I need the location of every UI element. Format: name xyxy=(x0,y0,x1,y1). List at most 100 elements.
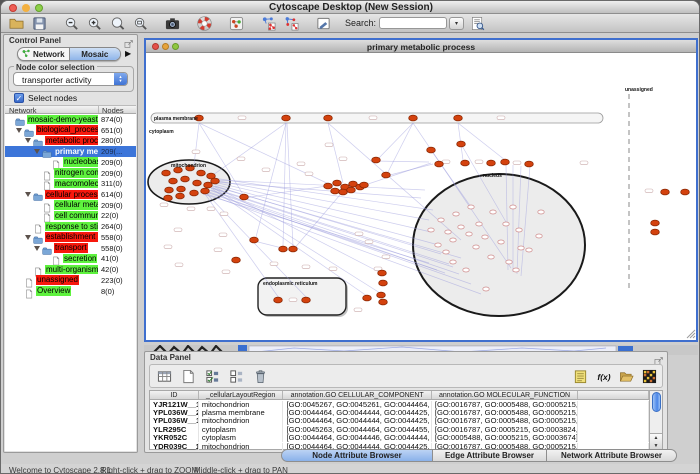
tree-item[interactable]: secretion41(0) xyxy=(5,253,136,264)
tree-item[interactable]: response to stimul264(0) xyxy=(5,221,136,232)
network-frame-titlebar[interactable]: primary metabolic process xyxy=(146,40,696,53)
disclosure-triangle-icon[interactable] xyxy=(25,235,31,240)
network-canvas[interactable]: plasma membranecytoplasmmitochondrionnuc… xyxy=(146,53,696,340)
disclosure-triangle-icon[interactable] xyxy=(34,246,40,251)
tree-item[interactable]: biological_process651(0) xyxy=(5,125,136,136)
select-nodes-row: ✓ Select nodes xyxy=(14,92,77,103)
table-cell: YPL036W__2 xyxy=(150,409,199,417)
vizmapper-icon[interactable] xyxy=(227,14,246,32)
svg-text:cytoplasm: cytoplasm xyxy=(149,129,174,135)
table-cell: mitochondrion xyxy=(199,443,284,451)
heatmap-icon[interactable] xyxy=(639,367,659,386)
open-folder-icon[interactable] xyxy=(616,367,636,386)
table-row[interactable]: YLR295Ccytoplasm[GO:0045263, GO:0044464,… xyxy=(150,426,649,434)
table-row[interactable]: YJR121W__1mitochondrion[GO:0045267, GO:0… xyxy=(150,401,649,409)
tab-edge-attribute-browser[interactable]: Edge Attribute Browser xyxy=(433,449,547,462)
tree-item[interactable]: mosaic-demo-yeast874(0) xyxy=(5,114,136,125)
float-panel-icon[interactable] xyxy=(654,353,664,363)
float-panel-icon[interactable] xyxy=(124,36,134,46)
help-ring-icon[interactable] xyxy=(195,14,214,32)
table-row[interactable]: YPL036W__1mitochondrion[GO:0044464, GO:0… xyxy=(150,417,649,425)
zoom-region-icon[interactable] xyxy=(131,14,150,32)
column-header[interactable] xyxy=(578,391,649,399)
tree-item[interactable]: transport558(0) xyxy=(5,243,136,254)
table-cell: cytoplasm xyxy=(199,434,284,442)
table-row[interactable]: YPL036W__2plasma membrane[GO:0044464, GO… xyxy=(150,409,649,417)
svg-text:endoplasmic reticulum: endoplasmic reticulum xyxy=(263,281,318,287)
tree-item[interactable]: cellular process614(0) xyxy=(5,189,136,200)
table-row[interactable]: YKR052Ccytoplasm[GO:0044464, GO:0044446,… xyxy=(150,434,649,442)
svg-text:f(x): f(x) xyxy=(597,372,610,382)
select-nodes-checkbox[interactable]: ✓ xyxy=(14,93,24,103)
disclosure-triangle-icon[interactable] xyxy=(16,128,22,133)
new-doc-icon[interactable] xyxy=(178,367,198,386)
tree-item-label: mosaic-demo-yeast xyxy=(27,115,98,125)
tree-item-count: 22(0) xyxy=(101,211,119,220)
tab-network[interactable]: Network xyxy=(18,48,70,60)
tab-mosaic[interactable]: Mosaic xyxy=(70,48,121,60)
disclosure-triangle-icon[interactable] xyxy=(25,138,31,143)
node-color-dropdown[interactable]: transporter activity ▲▼ xyxy=(13,72,128,86)
open-icon[interactable] xyxy=(7,14,26,32)
search-config-icon[interactable] xyxy=(468,14,487,32)
tab-overflow-arrow-icon[interactable]: ▶ xyxy=(125,49,131,58)
tree-item[interactable]: Overview 8(0) xyxy=(5,286,136,297)
status-welcome: Welcome to Cytoscape 2.8.1 xyxy=(9,466,111,474)
column-header[interactable]: annotation.GO CELLULAR_COMPONENT xyxy=(283,391,431,399)
tree-item-count: 209(0) xyxy=(101,158,123,167)
zoom-fit-icon[interactable] xyxy=(108,14,127,32)
tree-item[interactable]: cell communicat22(0) xyxy=(5,210,136,221)
tree-item-label: cellular process xyxy=(45,190,98,200)
select-attr-icon[interactable] xyxy=(202,367,222,386)
tree-item-count: 311(0) xyxy=(101,179,122,188)
zoom-out-icon[interactable] xyxy=(62,14,81,32)
network-frame-title: primary metabolic process xyxy=(146,42,696,52)
tree-item[interactable]: unassigned223(0) xyxy=(5,275,136,286)
column-header[interactable]: annotation.GO MOLECULAR_FUNCTION xyxy=(432,391,578,399)
table-scrollbar[interactable]: ▲▼ xyxy=(649,391,662,449)
disclosure-triangle-icon[interactable] xyxy=(25,192,31,197)
status-zoom-hint: Right-click + drag to ZOOM xyxy=(101,466,198,474)
tree-header: Network Nodes xyxy=(5,105,136,114)
trash-icon[interactable] xyxy=(250,367,270,386)
scrollbar-thumb[interactable] xyxy=(652,392,661,412)
attribute-table: ▲▼ ID_cellularLayoutRegionannotation.GO … xyxy=(149,390,663,450)
main-toolbar: Search: ▾ xyxy=(1,14,700,33)
network-nested-icon[interactable] xyxy=(259,14,278,32)
dropdown-value: transporter activity xyxy=(22,75,91,85)
table-cell: [GO:0045267, GO:0045261, GO:0044464, G..… xyxy=(283,401,431,409)
tree-item[interactable]: metabolic process280(0) xyxy=(5,135,136,146)
mdi-desktop: Control Panel Network Mosaic ▶ Node colo… xyxy=(1,33,700,464)
network-new-icon[interactable] xyxy=(282,14,301,32)
disclosure-triangle-icon[interactable] xyxy=(34,149,40,154)
tree-item[interactable]: nucleobase-209(0) xyxy=(5,157,136,168)
tree-item-count: 8(0) xyxy=(101,287,114,296)
camera-icon[interactable] xyxy=(163,14,182,32)
zoom-in-icon[interactable] xyxy=(85,14,104,32)
annotation-icon[interactable] xyxy=(314,14,333,32)
tree-item[interactable]: establishment of lo558(0) xyxy=(5,232,136,243)
notepad-icon[interactable] xyxy=(570,367,590,386)
search-dropdown-arrow[interactable]: ▾ xyxy=(449,17,464,30)
column-header[interactable]: _cellularLayoutRegion xyxy=(199,391,284,399)
table-icon[interactable] xyxy=(154,367,174,386)
save-icon[interactable] xyxy=(30,14,49,32)
tree-item-label: establishment of lo xyxy=(45,232,98,242)
unselect-attr-icon[interactable] xyxy=(226,367,246,386)
table-cell: [GO:0005488, GO:0005215, GO:0003674] xyxy=(432,434,578,442)
toolbar-icons xyxy=(1,14,333,32)
column-header[interactable]: ID xyxy=(150,391,199,399)
tree-item-label: Overview xyxy=(36,286,71,296)
tab-node-attribute-browser[interactable]: Node Attribute Browser xyxy=(281,449,433,462)
search-input[interactable] xyxy=(379,17,447,29)
tree-item[interactable]: nitrogen compo209(0) xyxy=(5,168,136,179)
network-view-frame: primary metabolic process plasma membran… xyxy=(144,38,698,342)
tree-item[interactable]: primary metabo209(... xyxy=(5,146,136,157)
attribute-toolbar-right: f(x) xyxy=(570,367,659,386)
scrollbar-arrows[interactable]: ▲▼ xyxy=(650,433,662,449)
tree-item[interactable]: multi-organism pro42(0) xyxy=(5,264,136,275)
tree-item[interactable]: cellular metabo209(0) xyxy=(5,200,136,211)
tree-item[interactable]: macromolecule311(0) xyxy=(5,178,136,189)
function-icon[interactable]: f(x) xyxy=(593,367,613,386)
tab-network-attribute-browser[interactable]: Network Attribute Browser xyxy=(547,449,677,462)
